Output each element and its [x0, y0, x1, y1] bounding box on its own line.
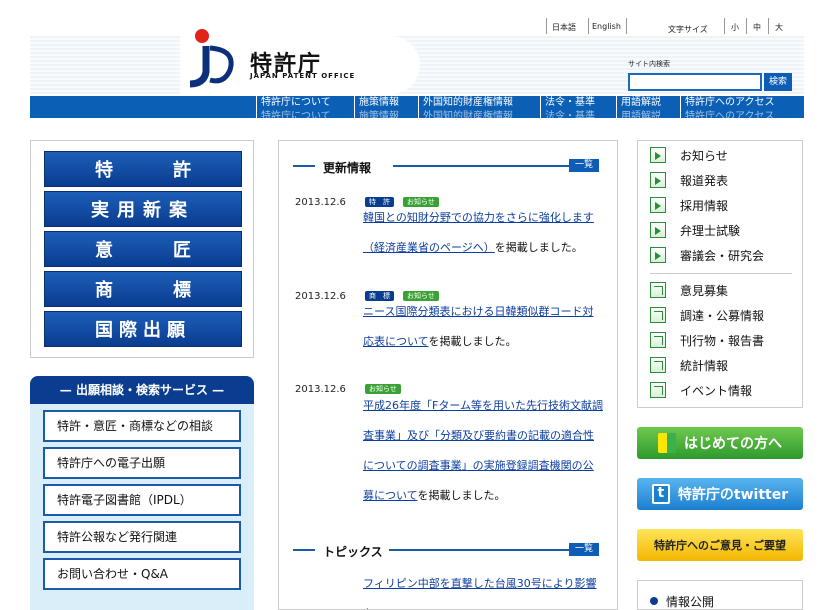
news-column: 更新情報 一覧 2013.12.6 特 許 お知らせ 韓国との知財分野での協力を…	[278, 140, 618, 610]
main-nav: 特許庁について 特許庁について 施策情報 施策情報 外国知的財産権情報 外国知的財産権…	[30, 96, 804, 118]
font-size-label: 文字サイズ	[668, 25, 708, 34]
service-panel: — 出願相談・検索サービス — 特許・意匠・商標などの相談 特許庁への電子出願 …	[30, 376, 254, 610]
font-size-large-button[interactable]: 大	[775, 22, 783, 33]
nav-item-policy[interactable]: 施策情報 施策情報	[354, 96, 418, 118]
news-item: ニース国際分類表における日韓類似群コード対応表についてを掲載しました。	[363, 305, 594, 348]
link-events[interactable]: イベント情報	[650, 380, 752, 400]
link-statistics[interactable]: 統計情報	[650, 355, 728, 375]
arrow-right-icon	[650, 222, 666, 238]
updates-more-button[interactable]: 一覧	[569, 159, 599, 172]
category-utility-model-button[interactable]: 実用新案	[44, 191, 242, 227]
news-item: 韓国との知財分野での協力をさらに強化します（経済産業省のページへ）を掲載しました…	[363, 211, 594, 254]
updates-header: 更新情報 一覧	[293, 159, 599, 175]
link-publications[interactable]: 刊行物・報告書	[650, 330, 764, 350]
topic-link[interactable]: フィリピン中部を直撃した台風30号により影響を	[363, 577, 597, 609]
news-link[interactable]: 平成26年度「Fターム等を用いた先行技術文献調査事業」及び「分類及び要約書の記載…	[363, 399, 603, 502]
info-disclosure-link: 情報公開	[666, 595, 715, 609]
category-design-button[interactable]: 意匠	[44, 231, 242, 267]
category-patent-button[interactable]: 特許	[44, 151, 242, 187]
link-public-comment[interactable]: 意見募集	[650, 280, 728, 300]
topics-more-button[interactable]: 一覧	[569, 543, 599, 556]
link-councils[interactable]: 審議会・研究会	[650, 245, 764, 265]
info-disclosure-panel[interactable]: 情報公開	[637, 580, 803, 610]
service-contact-button[interactable]: お問い合わせ・Q&A	[43, 558, 241, 590]
nav-item-about[interactable]: 特許庁について 特許庁について	[256, 96, 354, 118]
news-date: 2013.12.6	[295, 291, 346, 302]
link-procurement[interactable]: 調達・公募情報	[650, 305, 764, 325]
nav-item-glossary[interactable]: 用語解説 用語解説	[616, 96, 680, 118]
jpo-logo-icon[interactable]	[180, 28, 240, 90]
topics-title: トピックス	[323, 545, 383, 559]
info-links-panel: お知らせ 報道発表 採用情報 弁理士試験 審議会・研究会 意見募集 調達・公募情…	[637, 140, 803, 408]
service-gazette-button[interactable]: 特許公報など発行関連	[43, 521, 241, 553]
font-size-medium-button[interactable]: 中	[753, 22, 761, 33]
news-date: 2013.12.6	[295, 197, 346, 208]
search-input[interactable]	[628, 73, 762, 91]
service-consultation-button[interactable]: 特許・意匠・商標などの相談	[43, 410, 241, 442]
arrow-right-icon	[650, 197, 666, 213]
service-title: — 出願相談・検索サービス —	[30, 376, 254, 404]
bullet-icon	[650, 597, 658, 605]
lang-english-link[interactable]: English	[592, 22, 621, 31]
font-size-small-button[interactable]: 小	[731, 22, 739, 33]
beginner-mark-icon	[658, 433, 676, 453]
opinion-banner[interactable]: 特許庁へのご意見・ご要望	[637, 529, 803, 561]
arrow-right-icon	[650, 172, 666, 188]
nav-item-laws[interactable]: 法令・基準 法令・基準	[540, 96, 616, 118]
twitter-banner[interactable]: t 特許庁のtwitter	[637, 478, 803, 510]
category-panel: 特許 実用新案 意匠 商標 国際出願	[30, 140, 254, 358]
beginner-banner[interactable]: はじめての方へ	[637, 427, 803, 459]
service-e-filing-button[interactable]: 特許庁への電子出願	[43, 447, 241, 479]
link-notice[interactable]: お知らせ	[650, 145, 728, 165]
topic-item: フィリピン中部を直撃した台風30号により影響を	[363, 569, 603, 609]
external-link-icon	[650, 332, 666, 348]
lang-japanese-link[interactable]: 日本語	[552, 22, 576, 33]
updates-title: 更新情報	[323, 161, 372, 175]
nav-item-access[interactable]: 特許庁へのアクセス 特許庁へのアクセス	[680, 96, 804, 118]
external-link-icon	[650, 307, 666, 323]
link-recruit[interactable]: 採用情報	[650, 195, 728, 215]
topics-header: トピックス 一覧	[293, 543, 599, 559]
category-international-button[interactable]: 国際出願	[44, 311, 242, 347]
arrow-right-icon	[650, 247, 666, 263]
arrow-right-icon	[650, 147, 666, 163]
external-link-icon	[650, 357, 666, 373]
service-ipdl-button[interactable]: 特許電子図書館（IPDL）	[43, 484, 241, 516]
category-trademark-button[interactable]: 商標	[44, 271, 242, 307]
twitter-icon: t	[651, 484, 670, 504]
nav-item-foreign-ip[interactable]: 外国知的財産権情報 外国知的財産権情報	[418, 96, 540, 118]
external-link-icon	[650, 282, 666, 298]
news-date: 2013.12.6	[295, 384, 346, 395]
news-item: 平成26年度「Fターム等を用いた先行技術文献調査事業」及び「分類及び要約書の記載…	[363, 399, 603, 502]
search-label: サイト内検索	[628, 60, 670, 68]
search-button[interactable]: 検索	[764, 73, 792, 91]
link-attorney-exam[interactable]: 弁理士試験	[650, 220, 740, 240]
logo-subtitle: JAPAN PATENT OFFICE	[250, 72, 356, 80]
external-link-icon	[650, 382, 666, 398]
link-press[interactable]: 報道発表	[650, 170, 728, 190]
